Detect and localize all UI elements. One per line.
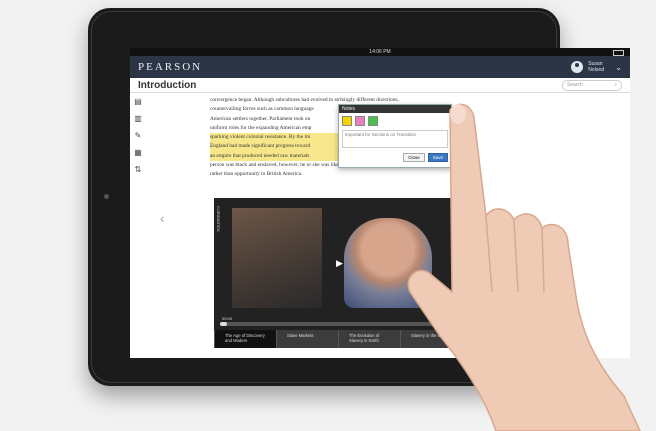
document-icon[interactable]: ▤	[134, 97, 142, 106]
chapter-item[interactable]: The Age of Discovery and Modern	[214, 330, 276, 348]
user-name: Susan Noland	[588, 61, 610, 73]
side-toolbar: ▤ ▥ ✎ ▦ ⇅	[130, 93, 146, 297]
chapter-item[interactable]: The Evolution of Slavery in North	[338, 330, 400, 348]
back-arrow-icon[interactable]: ‹	[160, 210, 165, 226]
user-menu[interactable]: Susan Noland ⌄	[571, 61, 622, 73]
video-progress	[220, 322, 228, 326]
hand-shape	[407, 103, 641, 431]
sort-icon[interactable]: ⇅	[135, 165, 142, 174]
page-header: Introduction Search ⌕	[130, 78, 630, 93]
pink-swatch[interactable]	[355, 116, 365, 126]
green-swatch[interactable]	[368, 116, 378, 126]
page-title: Introduction	[138, 79, 197, 91]
yellow-swatch[interactable]	[342, 116, 352, 126]
video-time-start: 00:00	[222, 316, 233, 321]
search-input[interactable]: Search ⌕	[562, 79, 622, 91]
status-time: 14:06 PM	[369, 49, 391, 55]
avatar	[571, 61, 584, 73]
user-last-name: Noland	[588, 67, 605, 73]
search-icon: ⌕	[614, 82, 617, 88]
chapter-item[interactable]: Slave Markets	[276, 330, 338, 348]
pencil-icon[interactable]: ✎	[135, 131, 142, 140]
search-placeholder: Search	[567, 82, 583, 88]
book-icon[interactable]: ▦	[134, 148, 142, 157]
play-icon[interactable]: ▶	[336, 258, 343, 269]
battery-icon	[613, 50, 624, 56]
app-header: PEARSON Susan Noland ⌄	[130, 56, 630, 78]
pointing-hand	[407, 103, 641, 431]
chevron-down-icon[interactable]: ⌄	[615, 63, 622, 72]
pearson-logo: PEARSON	[138, 61, 203, 73]
chart-icon[interactable]: ▥	[134, 114, 142, 123]
fingernail	[450, 104, 466, 124]
status-bar: 14:06 PM	[130, 48, 630, 56]
camera-dot	[104, 194, 109, 199]
video-side-label: CURIOSITIES	[216, 206, 221, 232]
video-scene-left	[232, 208, 322, 308]
